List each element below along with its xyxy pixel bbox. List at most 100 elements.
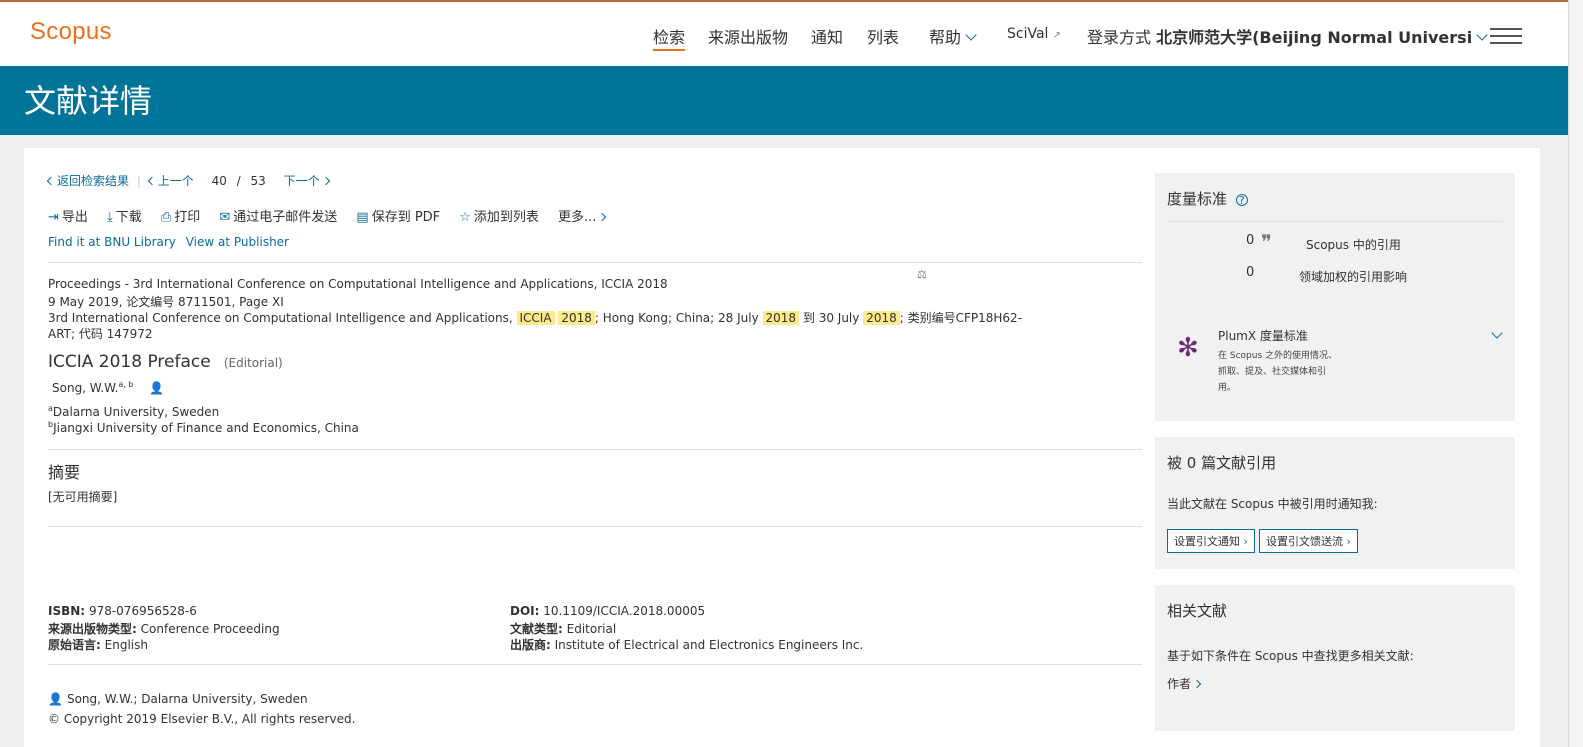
save-pdf-button[interactable]: ▤ 保存到 PDF	[356, 210, 440, 225]
print-icon: ⎙	[160, 210, 172, 225]
chevron-right-icon: ›	[1346, 535, 1351, 548]
cited-by-heading: 被 0 篇文献引用	[1167, 454, 1277, 472]
back-to-results-link[interactable]: 返回检索结果	[46, 174, 129, 188]
quote-icon: ❞	[1261, 230, 1272, 254]
chevron-right-icon	[598, 212, 607, 222]
affiliation-a: aDalarna University, Sweden	[48, 404, 219, 419]
more-label: 更多...	[558, 210, 597, 225]
correspondence-text: Song, W.W.; Dalarna University, Sweden	[66, 692, 308, 706]
publisher-value: Institute of Electrical and Electronics …	[554, 638, 864, 652]
cited-by-description: 当此文献在 Scopus 中被引用时通知我:	[1167, 497, 1378, 511]
related-heading: 相关文献	[1167, 602, 1228, 620]
nav-sources[interactable]: 来源出版物	[708, 24, 788, 48]
article-title: ICCIA 2018 Preface	[48, 352, 211, 372]
view-at-publisher-link[interactable]: View at Publisher	[186, 235, 289, 249]
divider	[48, 262, 1142, 263]
conference-end: 到 30 July	[802, 311, 860, 325]
nav-help[interactable]: 帮助	[929, 24, 977, 48]
external-link-icon: ↗	[1052, 30, 1061, 41]
chevron-down-icon[interactable]	[1491, 327, 1503, 339]
source-type-label: 来源出版物类型:	[48, 622, 137, 636]
divider	[1167, 221, 1503, 222]
author-link[interactable]: Song, W.W.	[52, 381, 118, 395]
metrics-heading-text: 度量标准	[1167, 190, 1228, 208]
isbn-label: ISBN:	[48, 604, 86, 618]
export-button[interactable]: ⇥ 导出	[48, 210, 88, 225]
chevron-left-icon	[46, 176, 56, 186]
pager-divider: |	[136, 174, 141, 188]
find-at-bnu-library-link[interactable]: Find it at BNU Library	[48, 235, 176, 249]
download-button[interactable]: ⤓ 下载	[107, 210, 142, 225]
fwci-value: 0	[1246, 265, 1255, 280]
affiliation-b: bJiangxi University of Finance and Econo…	[48, 420, 359, 435]
language-row: 原始语言: English	[48, 636, 148, 653]
plumx-title[interactable]: PlumX 度量标准	[1218, 327, 1308, 344]
source-date-line: 9 May 2019, 论文编号 8711501, Page XI	[48, 295, 284, 309]
scopus-logo[interactable]: Scopus	[30, 18, 112, 46]
export-icon: ⇥	[48, 210, 59, 225]
highlight-term: ICCIA	[516, 311, 555, 325]
chevron-down-icon	[965, 29, 977, 41]
add-to-list-button[interactable]: ☆ 添加到列表	[459, 210, 539, 225]
citation-count[interactable]: 0	[1246, 233, 1254, 248]
email-button[interactable]: ✉ 通过电子邮件发送	[219, 210, 337, 225]
nav-lists[interactable]: 列表	[867, 24, 899, 48]
login-institution-menu[interactable]: 登录方式 北京师范大学(Beijing Normal Universi	[1087, 24, 1488, 48]
source-title-line: Proceedings - 3rd International Conferen…	[48, 277, 668, 291]
document-type-label: 文献类型:	[510, 622, 563, 636]
nav-scival[interactable]: SciVal ↗	[1007, 26, 1061, 42]
login-prefix: 登录方式	[1087, 28, 1152, 47]
citation-label: Scopus 中的引用	[1306, 238, 1401, 252]
doi-label: DOI:	[510, 604, 540, 618]
document-type-row: 文献类型: Editorial	[510, 620, 616, 637]
isbn-row: ISBN: 978-076956528-6	[48, 604, 197, 618]
email-icon: ✉	[219, 210, 231, 225]
save-pdf-label: 保存到 PDF	[371, 210, 441, 225]
nav-scival-label: SciVal	[1007, 26, 1049, 42]
help-icon[interactable]: ?	[1235, 194, 1248, 206]
highlight-term: 2018	[863, 311, 900, 325]
language-value: English	[104, 638, 148, 652]
publisher-label: 出版商:	[510, 638, 551, 652]
author-affiliation-sup: a, b	[118, 380, 134, 389]
nav-alerts[interactable]: 通知	[811, 24, 843, 48]
window-scrollbar[interactable]	[1568, 0, 1583, 747]
related-by-authors-link[interactable]: 作者	[1167, 675, 1202, 692]
print-button[interactable]: ⎙ 打印	[161, 210, 200, 225]
set-citation-alert-button[interactable]: 设置引文通知 ›	[1167, 529, 1255, 553]
chevron-right-icon: ›	[1243, 535, 1248, 548]
next-result-link[interactable]: 下一个	[283, 174, 330, 188]
divider	[48, 664, 1142, 665]
doi-value: 10.1109/ICCIA.2018.00005	[543, 604, 706, 618]
person-icon: 👤	[48, 692, 63, 706]
fulltext-links: Find it at BNU Library View at Publisher	[48, 235, 289, 249]
article-type: (Editorial)	[223, 356, 283, 370]
abstract-text: [无可用摘要]	[48, 490, 118, 504]
set-citation-feed-button[interactable]: 设置引文馈送流 ›	[1259, 529, 1358, 553]
affiliation-a-text: Dalarna University, Sweden	[52, 405, 220, 419]
add-to-list-label: 添加到列表	[473, 210, 539, 225]
pager-separator: /	[236, 174, 241, 188]
print-label: 打印	[174, 210, 201, 225]
citation-feed-label: 设置引文馈送流	[1266, 535, 1343, 548]
nav-search[interactable]: 检索	[653, 24, 686, 51]
next-label: 下一个	[283, 174, 320, 188]
copyright-text: © Copyright 2019 Elsevier B.V., All righ…	[48, 712, 356, 726]
divider	[48, 526, 1142, 527]
chevron-down-icon	[1476, 29, 1488, 41]
citation-alert-label: 设置引文通知	[1174, 535, 1240, 548]
source-type-row: 来源出版物类型: Conference Proceeding	[48, 620, 280, 637]
language-label: 原始语言:	[48, 638, 101, 652]
scale-icon: ⚖	[917, 268, 927, 281]
plumx-desc-2: 抓取、提及、社交媒体和引	[1218, 367, 1327, 377]
hamburger-menu-icon[interactable]	[1490, 28, 1522, 44]
login-institution-name: 北京师范大学(Beijing Normal Universi	[1156, 28, 1473, 47]
previous-result-link[interactable]: 上一个	[147, 174, 194, 188]
conference-line: 3rd International Conference on Computat…	[48, 309, 1022, 326]
author-profile-icon[interactable]: 👤	[149, 381, 164, 395]
related-documents-panel: 相关文献 基于如下条件在 Scopus 中查找更多相关文献: 作者	[1155, 585, 1515, 731]
divider	[48, 449, 1142, 450]
conference-category: ; 类别编号CFP18H62-	[899, 311, 1023, 325]
more-actions-button[interactable]: 更多...	[558, 210, 607, 225]
top-navigation-bar: Scopus 检索 来源出版物 通知 列表 帮助 SciVal ↗ 登录方式 北京…	[0, 0, 1583, 66]
